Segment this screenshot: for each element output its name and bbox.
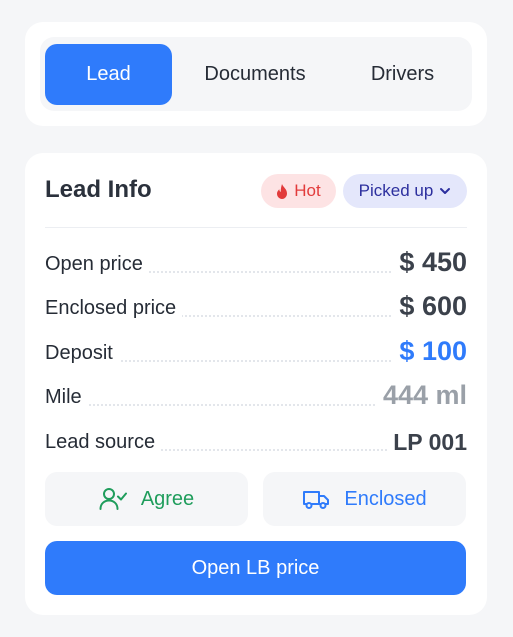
enclosed-button[interactable]: Enclosed <box>263 472 466 526</box>
chevron-down-icon <box>439 187 451 195</box>
user-check-icon <box>99 487 127 511</box>
info-row-enclosed-price: Enclosed price $ 600 <box>45 291 467 322</box>
row-label: Lead source <box>45 431 162 454</box>
enclosed-button-label: Enclosed <box>344 487 427 510</box>
info-row-lead-source: Lead source LP 001 <box>45 426 467 456</box>
row-label: Deposit <box>45 342 119 365</box>
hot-badge: Hot <box>261 174 336 208</box>
tab-documents[interactable]: Documents <box>185 44 325 105</box>
tab-bar: Lead Documents Drivers <box>40 37 472 111</box>
row-value: 444 ml <box>376 380 467 411</box>
row-value: $ 450 <box>393 247 467 278</box>
lead-info-card: Lead Info Hot Picked up Open price $ 450… <box>25 153 487 615</box>
row-label: Open price <box>45 253 149 276</box>
lead-info-title: Lead Info <box>45 176 152 203</box>
tab-bar-card: Lead Documents Drivers <box>25 22 487 126</box>
info-row-open-price: Open price $ 450 <box>45 247 467 278</box>
row-value: $ 100 <box>393 336 467 367</box>
hot-badge-label: Hot <box>294 181 321 200</box>
tab-lead[interactable]: Lead <box>45 44 172 105</box>
info-row-deposit: Deposit $ 100 <box>45 336 467 367</box>
agree-button-label: Agree <box>140 487 195 510</box>
truck-icon <box>302 488 330 510</box>
row-label: Mile <box>45 386 88 409</box>
tab-drivers[interactable]: Drivers <box>340 44 465 105</box>
row-value: $ 600 <box>393 291 467 322</box>
divider <box>45 227 467 228</box>
open-lb-price-button[interactable]: Open LB price <box>45 541 466 595</box>
fire-icon <box>276 183 288 199</box>
status-dropdown[interactable]: Picked up <box>343 174 467 208</box>
status-label: Picked up <box>358 181 434 200</box>
row-label: Enclosed price <box>45 297 183 320</box>
info-row-mile: Mile 444 ml <box>45 380 467 411</box>
row-value: LP 001 <box>387 429 467 456</box>
agree-button[interactable]: Agree <box>45 472 248 526</box>
